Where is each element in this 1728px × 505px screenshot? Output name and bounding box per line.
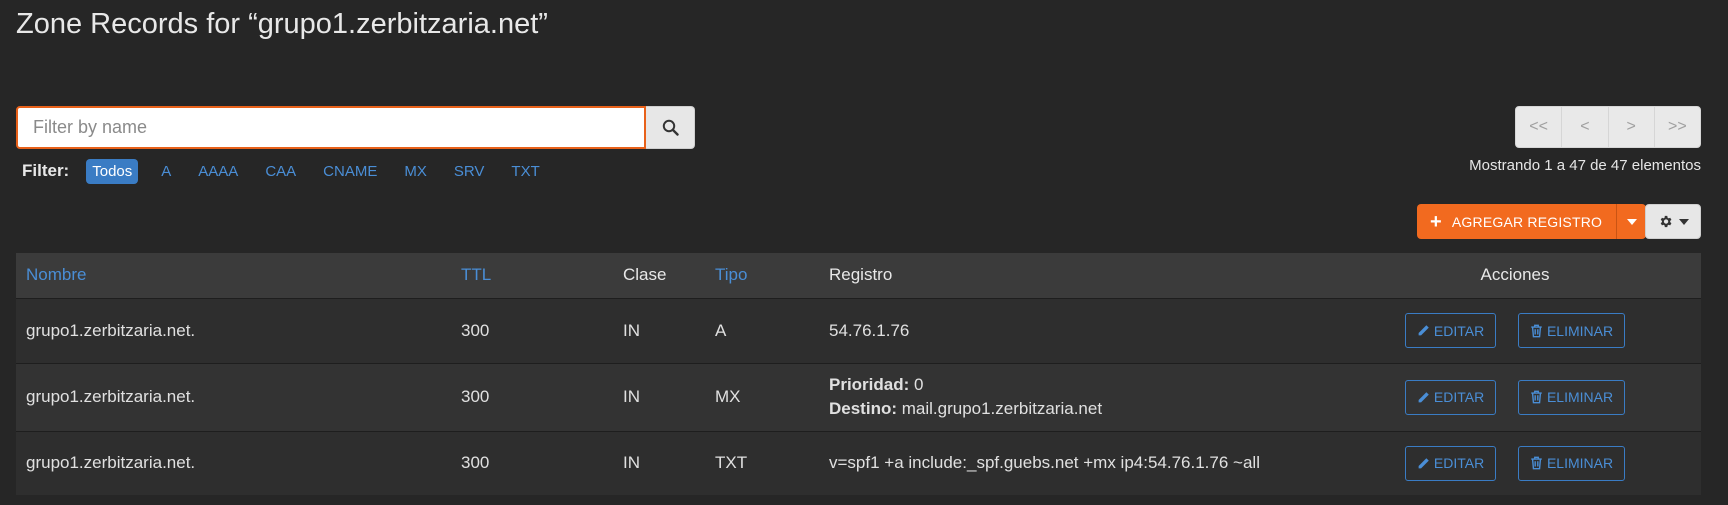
record-type: A bbox=[705, 297, 819, 363]
filter-option-srv[interactable]: SRV bbox=[448, 159, 491, 184]
delete-label: ELIMINAR bbox=[1546, 389, 1614, 405]
pagination-status: Mostrando 1 a 47 de 47 elementos bbox=[1469, 157, 1701, 174]
mx-priority: Prioridad: 0 bbox=[829, 373, 1329, 397]
record-type: MX bbox=[705, 362, 819, 431]
delete-label: ELIMINAR bbox=[1546, 455, 1614, 472]
record-actions: EDITAR ELIMINAR bbox=[1329, 297, 1701, 363]
search-icon bbox=[662, 119, 679, 136]
pencil-icon bbox=[1418, 457, 1429, 469]
record-value: 54.76.1.76 bbox=[819, 297, 1329, 363]
trash-icon bbox=[1531, 390, 1542, 404]
record-ttl: 300 bbox=[451, 430, 613, 495]
pagination: << < > >> bbox=[1515, 106, 1701, 148]
table-row: grupo1.zerbitzaria.net. 300 IN A 54.76.1… bbox=[16, 297, 1701, 363]
page-title: Zone Records for “grupo1.zerbitzaria.net… bbox=[16, 8, 548, 40]
edit-label: EDITAR bbox=[1433, 389, 1485, 405]
edit-button[interactable]: EDITAR bbox=[1404, 379, 1497, 415]
record-type: TXT bbox=[705, 430, 819, 495]
next-page-button[interactable]: > bbox=[1609, 107, 1655, 147]
column-header-record: Registro bbox=[819, 253, 1329, 298]
prev-page-button[interactable]: < bbox=[1562, 107, 1609, 147]
column-header-type[interactable]: Tipo bbox=[705, 253, 819, 298]
settings-dropdown-button[interactable] bbox=[1645, 204, 1701, 239]
record-class: IN bbox=[613, 297, 705, 363]
filter-option-caa[interactable]: CAA bbox=[259, 159, 302, 184]
record-class: IN bbox=[613, 430, 705, 495]
edit-label: EDITAR bbox=[1433, 455, 1485, 472]
gear-icon bbox=[1660, 215, 1671, 228]
delete-label: ELIMINAR bbox=[1546, 322, 1614, 339]
add-record-dropdown-toggle[interactable] bbox=[1616, 204, 1647, 239]
record-value: Prioridad: 0 Destino: mail.grupo1.zerbit… bbox=[819, 362, 1329, 431]
record-actions: EDITAR ELIMINAR bbox=[1329, 430, 1701, 495]
destination-label: Destino: bbox=[829, 399, 897, 418]
record-name: grupo1.zerbitzaria.net. bbox=[16, 297, 451, 363]
plus-icon: + bbox=[1430, 210, 1442, 233]
priority-label: Prioridad: bbox=[829, 375, 910, 394]
destination-value: mail.grupo1.zerbitzaria.net bbox=[901, 399, 1103, 418]
add-record-label: AGREGAR REGISTRO bbox=[1451, 213, 1603, 230]
filter-bar: Filter: Todos A AAAA CAA CNAME MX SRV TX… bbox=[22, 157, 561, 185]
search-bar bbox=[16, 106, 695, 149]
table-row: grupo1.zerbitzaria.net. 300 IN TXT v=spf… bbox=[16, 430, 1701, 495]
search-input[interactable] bbox=[16, 106, 646, 149]
pencil-icon bbox=[1418, 391, 1429, 402]
record-actions: EDITAR ELIMINAR bbox=[1329, 362, 1701, 431]
chevron-down-icon bbox=[1678, 218, 1689, 225]
mx-destination: Destino: mail.grupo1.zerbitzaria.net bbox=[829, 397, 1329, 421]
filter-option-cname[interactable]: CNAME bbox=[317, 159, 383, 184]
filter-option-todos[interactable]: Todos bbox=[86, 158, 139, 184]
delete-button[interactable]: ELIMINAR bbox=[1517, 313, 1626, 348]
last-page-button[interactable]: >> bbox=[1655, 107, 1700, 147]
column-header-class: Clase bbox=[613, 253, 705, 298]
zone-records-table: Nombre TTL Clase Tipo Registro Acciones … bbox=[16, 253, 1701, 495]
filter-label: Filter: bbox=[22, 161, 70, 180]
record-ttl: 300 bbox=[451, 297, 613, 363]
first-page-button[interactable]: << bbox=[1516, 107, 1563, 147]
edit-button[interactable]: EDITAR bbox=[1404, 445, 1497, 481]
column-header-name[interactable]: Nombre bbox=[16, 253, 451, 298]
edit-button[interactable]: EDITAR bbox=[1404, 313, 1497, 348]
add-record-button[interactable]: + AGREGAR REGISTRO bbox=[1417, 204, 1617, 239]
record-name: grupo1.zerbitzaria.net. bbox=[16, 430, 451, 495]
table-row: grupo1.zerbitzaria.net. 300 IN MX Priori… bbox=[16, 362, 1701, 431]
table-header-row: Nombre TTL Clase Tipo Registro Acciones bbox=[16, 253, 1701, 298]
delete-button[interactable]: ELIMINAR bbox=[1517, 445, 1626, 481]
column-header-actions: Acciones bbox=[1329, 253, 1701, 298]
add-record-group: + AGREGAR REGISTRO bbox=[1417, 204, 1647, 239]
record-class: IN bbox=[613, 362, 705, 431]
search-button[interactable] bbox=[646, 106, 695, 149]
filter-option-a[interactable]: A bbox=[155, 159, 177, 184]
chevron-down-icon bbox=[1626, 218, 1637, 225]
priority-value: 0 bbox=[914, 375, 924, 394]
pencil-icon bbox=[1418, 325, 1429, 336]
filter-option-mx[interactable]: MX bbox=[398, 159, 433, 184]
record-value: v=spf1 +a include:_spf.guebs.net +mx ip4… bbox=[819, 430, 1329, 495]
trash-icon bbox=[1531, 324, 1542, 337]
filter-option-aaaa[interactable]: AAAA bbox=[192, 159, 244, 184]
filter-option-txt[interactable]: TXT bbox=[505, 159, 545, 184]
record-name: grupo1.zerbitzaria.net. bbox=[16, 362, 451, 431]
trash-icon bbox=[1531, 456, 1542, 470]
record-ttl: 300 bbox=[451, 362, 613, 431]
delete-button[interactable]: ELIMINAR bbox=[1517, 379, 1626, 415]
edit-label: EDITAR bbox=[1433, 322, 1485, 339]
column-header-ttl[interactable]: TTL bbox=[451, 253, 613, 298]
